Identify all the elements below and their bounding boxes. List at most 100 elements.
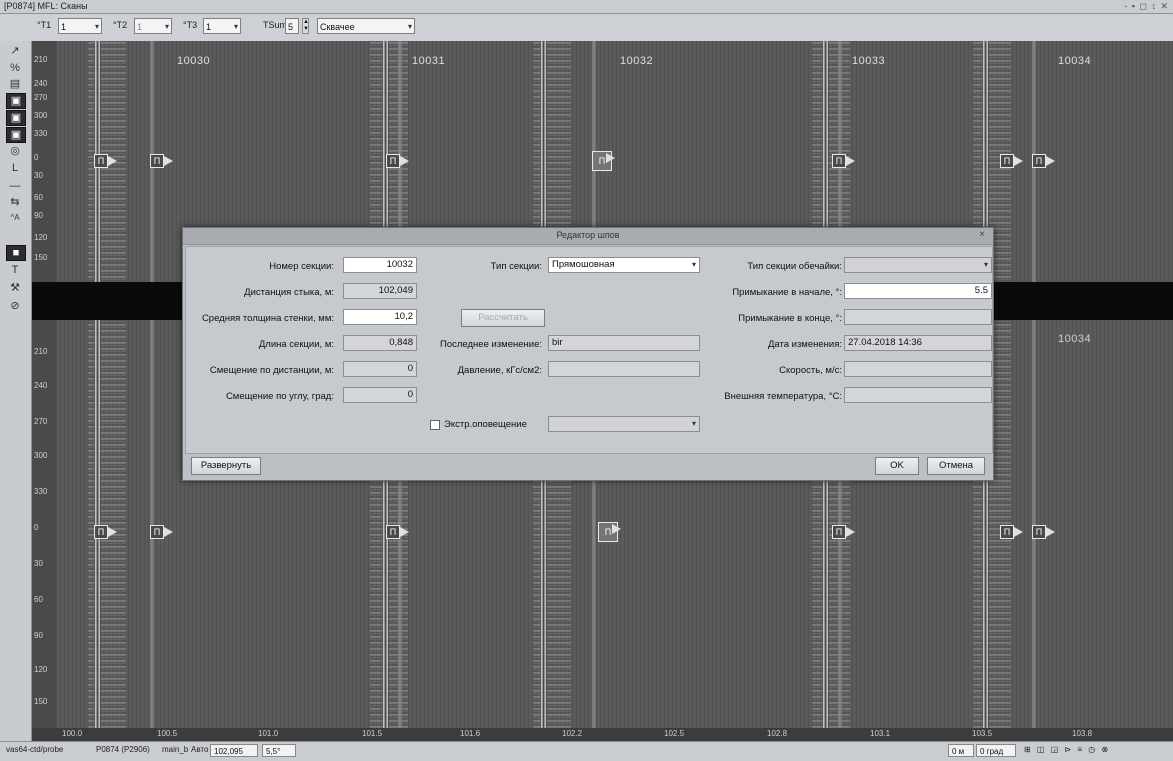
ok-button[interactable]: OK (875, 457, 919, 475)
chevron-down-icon: ▾ (407, 22, 412, 31)
ruler-label: 90 (34, 631, 43, 640)
axis-tick-label: 102.5 (664, 729, 685, 738)
ruler-label: 60 (34, 595, 43, 604)
angle-offset-label: Смещение по углу, град: (225, 391, 334, 402)
ruler-label: 120 (34, 233, 48, 242)
angle-ruler: 210 240 270 300 330 0 30 60 90 120 150 2… (32, 41, 56, 741)
line-tool-icon[interactable]: — (6, 179, 24, 193)
section-label: 10031 (412, 55, 446, 67)
weld-marker[interactable]: П (1000, 154, 1023, 168)
adjacency-end-field[interactable] (844, 309, 992, 325)
status-tool-icons[interactable]: ⊞ ◫ ◲ ⊳ ≡ ◷ ⊗ (1024, 745, 1110, 754)
weld-marker[interactable]: П (94, 154, 117, 168)
weld-marker[interactable]: П (150, 525, 173, 539)
section-label: 10030 (177, 55, 211, 67)
expand-button[interactable]: Развернуть (191, 457, 261, 475)
chevron-down-icon: ▾ (233, 22, 238, 31)
weld-line (1032, 41, 1036, 741)
hammer-tool-icon[interactable]: ⚒ (6, 281, 24, 295)
avg-wall-label: Средняя толщина стенки, мм: (201, 313, 334, 324)
adjacency-start-field[interactable]: 5.5 (844, 283, 992, 299)
dialog-footer: Развернуть OK Отмена (185, 454, 991, 478)
distance-axis: 100.0 100.5 101.0 101.5 101.6 102.2 102.… (32, 728, 1173, 741)
tsum-input[interactable]: 5 (285, 18, 299, 34)
t2-select[interactable]: 1 ▾ (134, 18, 172, 34)
section-length-field: 0,848 (343, 335, 417, 351)
section-type-select[interactable]: Прямошовная ▾ (548, 257, 700, 273)
status-host: vas64-ctd/probe (6, 745, 64, 754)
target-tool-icon[interactable]: ◎ (6, 144, 24, 158)
ruler-label: 60 (34, 193, 43, 202)
channel2-tool-icon[interactable]: ▣ (6, 110, 26, 126)
dialog-body: Номер секции: 10032 Дистанция стыка, м: … (185, 246, 993, 454)
ruler-label: 300 (34, 451, 48, 460)
window-controls[interactable]: - ▪ ◻ ↕ ✕ (1124, 1, 1169, 12)
speed-label: Скорость, м/с: (779, 365, 842, 376)
shell-type-select[interactable]: ▾ (844, 257, 992, 273)
weld-marker[interactable]: П (150, 154, 173, 168)
channel3-tool-icon[interactable]: ▣ (6, 127, 26, 143)
ruler-label: 270 (34, 93, 48, 102)
shift-tool-icon[interactable]: ⇆ (6, 195, 24, 209)
axis-tick-label: 100.5 (157, 729, 178, 738)
dialog-titlebar[interactable]: Редактор шпов × (183, 228, 993, 245)
view-tool-icon[interactable]: ▤ (6, 77, 24, 91)
axis-tick-label: 101.5 (362, 729, 383, 738)
weld-marker[interactable]: П (386, 525, 409, 539)
weld-editor-dialog: Редактор шпов × Номер секции: 10032 Дист… (182, 227, 994, 481)
ruler-label: 120 (34, 665, 48, 674)
last-change-label: Последнее изменение: (440, 339, 542, 350)
weld-marker-selected[interactable]: П (592, 151, 615, 171)
channel1-tool-icon[interactable]: ▣ (6, 93, 26, 109)
window-titlebar: [P0874] MFL: Сканы - ▪ ◻ ↕ ✕ (0, 0, 1173, 14)
ruler-label: 300 (34, 111, 48, 120)
pressure-field[interactable] (548, 361, 700, 377)
ruler-label: 330 (34, 129, 48, 138)
angle-offset-field[interactable]: 0 (343, 387, 417, 403)
ruler-label: 210 (34, 347, 48, 356)
weld-marker[interactable]: П (94, 525, 117, 539)
pointer-tool-icon[interactable]: ↗ (6, 44, 24, 58)
extra-alert-select[interactable]: ▾ (548, 416, 700, 432)
weld-marker[interactable]: П (832, 154, 855, 168)
type-tool-icon[interactable]: T (6, 263, 24, 277)
left-toolbar: ↗ % ▤ ▣ ▣ ▣ ◎ L — ⇆ ^A ■ T ⚒ ⊘ (0, 41, 32, 741)
close-icon[interactable]: × (979, 229, 985, 240)
ruler-label: 0 (34, 153, 39, 162)
joint-distance-field: 102,049 (343, 283, 417, 299)
speed-field[interactable] (844, 361, 992, 377)
cancel-button[interactable]: Отмена (927, 457, 985, 475)
weld-marker[interactable]: П (1032, 154, 1055, 168)
text-tool-icon[interactable]: ^A (6, 211, 24, 225)
axis-tick-label: 102.2 (562, 729, 583, 738)
external-temperature-field[interactable] (844, 387, 992, 403)
mode-value: Сквачее (320, 22, 355, 32)
status-auto-value[interactable]: 102,095 (210, 744, 258, 757)
pressure-label: Давление, кГс/см2: (457, 365, 542, 376)
weld-marker[interactable]: П (832, 525, 855, 539)
axis-tick-label: 101.6 (460, 729, 481, 738)
status-angle: 5,5° (262, 744, 296, 757)
percent-tool-icon[interactable]: % (6, 61, 24, 75)
block-tool-icon[interactable]: ⊘ (6, 299, 24, 313)
section-length-label: Длина секции, м: (258, 339, 334, 350)
weld-marker[interactable]: П (1000, 525, 1023, 539)
last-change-field: bir (548, 335, 700, 351)
weld-marker-selected[interactable]: П (598, 522, 621, 542)
ruler-tool-icon[interactable]: L (6, 161, 24, 175)
extra-alert-checkbox[interactable] (430, 420, 440, 430)
tsum-spinner[interactable]: ▲ ▼ (302, 18, 309, 34)
stop-tool-icon[interactable]: ■ (6, 245, 26, 261)
weld-marker[interactable]: П (386, 154, 409, 168)
recalculate-button[interactable]: Рассчитать (461, 309, 545, 327)
distance-offset-field[interactable]: 0 (343, 361, 417, 377)
status-probe: P0874 (P2906) (96, 745, 150, 754)
weld-marker[interactable]: П (1032, 525, 1055, 539)
t1-select[interactable]: 1 ▾ (58, 18, 102, 34)
mode-select[interactable]: Сквачее ▾ (317, 18, 415, 34)
window-title: [P0874] MFL: Сканы (4, 1, 88, 11)
avg-wall-field[interactable]: 10,2 (343, 309, 417, 325)
t3-select[interactable]: 1 ▾ (203, 18, 241, 34)
section-number-field[interactable]: 10032 (343, 257, 417, 273)
status-auto-label: Авто (191, 745, 209, 754)
